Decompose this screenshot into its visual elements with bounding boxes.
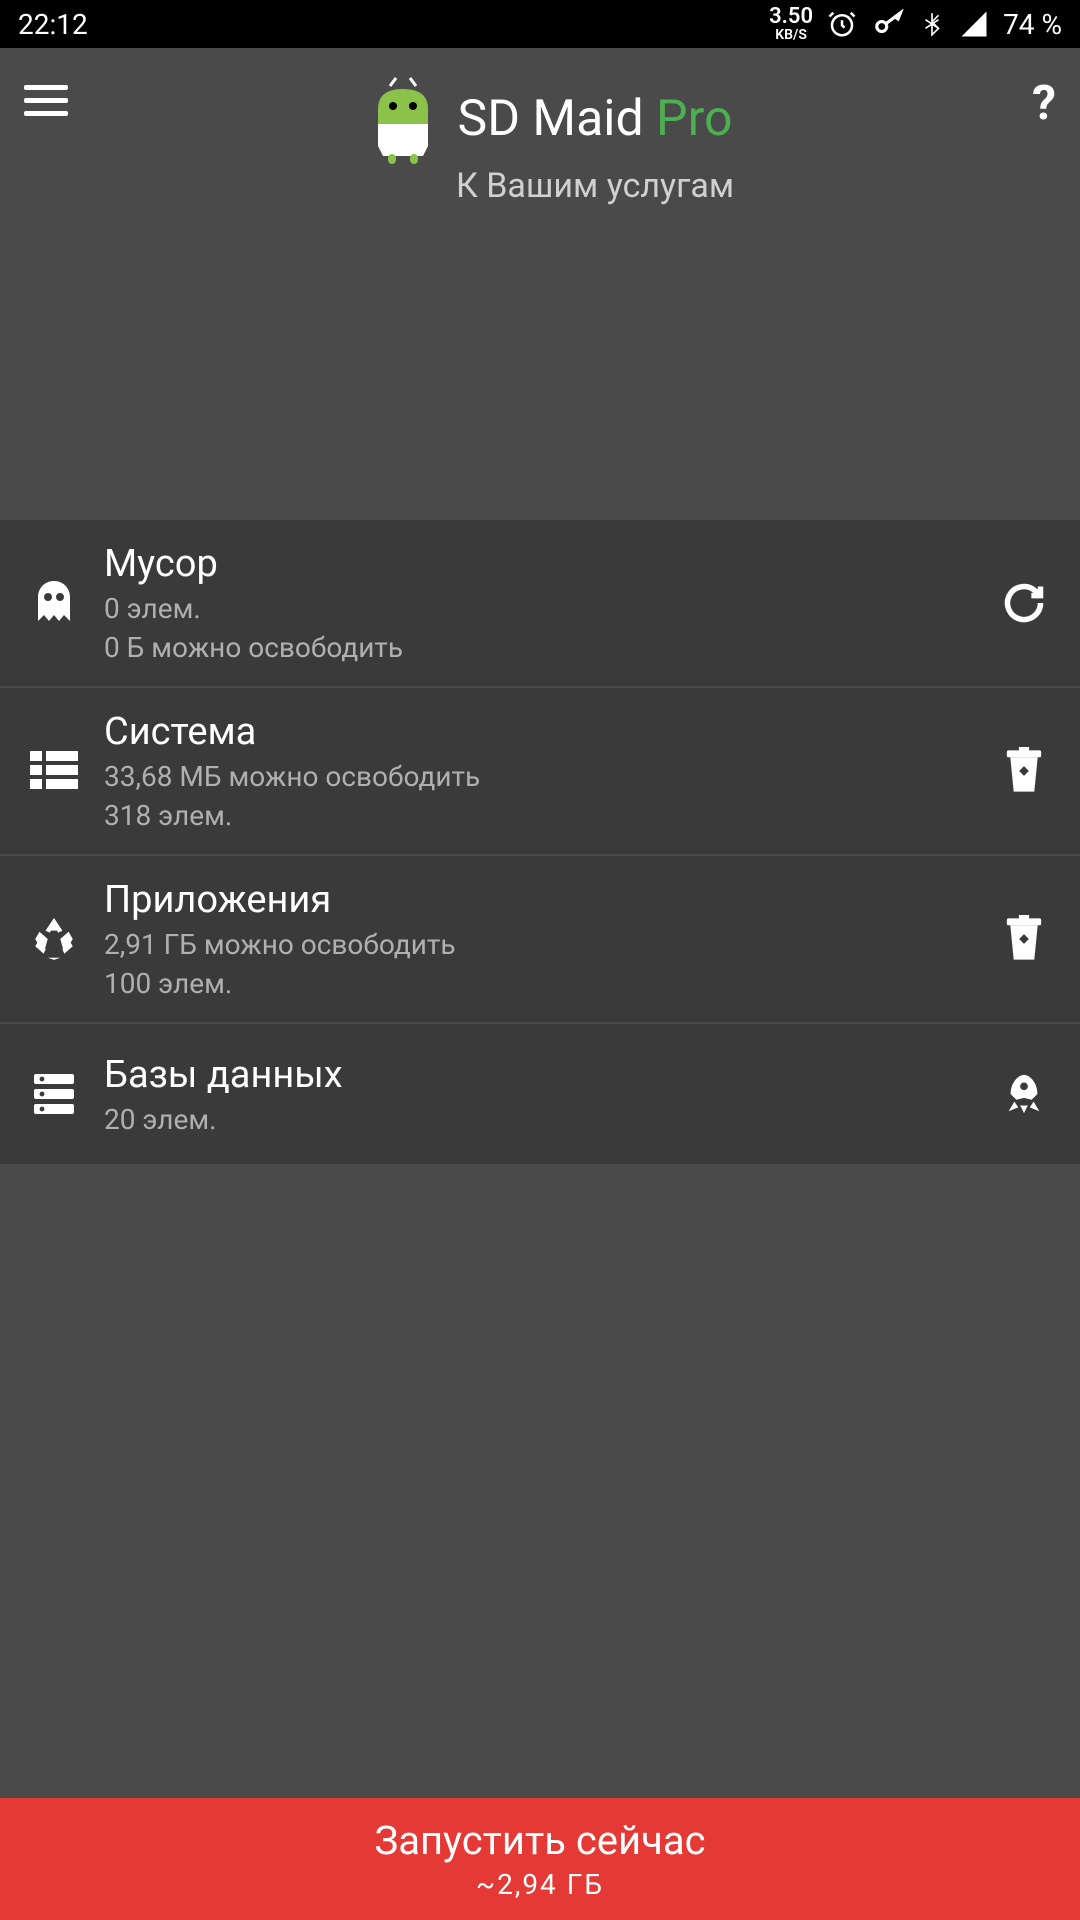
status-time: 22:12 <box>18 8 88 41</box>
app-title: SD Maid Pro К Вашим услугам <box>68 74 1032 206</box>
delete-button[interactable] <box>996 911 1052 967</box>
delete-button[interactable] <box>996 743 1052 799</box>
item-title: Мусор <box>104 542 996 586</box>
item-sub: 2,91 ГБ можно освободить <box>104 928 996 961</box>
footer-label: Запустить сейчас <box>374 1817 705 1864</box>
app-bar: SD Maid Pro К Вашим услугам ? <box>0 48 1080 208</box>
app-name: SD Maid <box>458 90 644 148</box>
item-title: Приложения <box>104 878 996 922</box>
status-bar: 22:12 3.50 KB/S 74 % <box>0 0 1080 48</box>
alarm-icon <box>827 9 857 39</box>
list-icon <box>24 751 84 791</box>
database-icon <box>24 1070 84 1118</box>
rocket-button[interactable] <box>996 1066 1052 1122</box>
recycle-icon <box>24 914 84 964</box>
item-sub: 33,68 МБ можно освободить <box>104 760 996 793</box>
spacer <box>0 208 1080 520</box>
item-title: Базы данных <box>104 1053 996 1097</box>
signal-icon <box>959 9 989 39</box>
refresh-button[interactable] <box>996 575 1052 631</box>
list-item-databases[interactable]: Базы данных 20 элем. <box>0 1024 1080 1166</box>
item-sub: 20 элем. <box>104 1103 996 1136</box>
ghost-icon <box>24 577 84 629</box>
bluetooth-icon <box>919 9 945 39</box>
status-battery: 74 % <box>1003 8 1062 41</box>
item-sub: 318 элем. <box>104 799 996 832</box>
app-logo-icon <box>368 74 438 164</box>
tool-list: Мусор 0 элем. 0 Б можно освободить Систе… <box>0 520 1080 1166</box>
item-sub: 100 элем. <box>104 967 996 1000</box>
status-network-speed: 3.50 KB/S <box>769 6 813 42</box>
item-sub: 0 Б можно освободить <box>104 631 996 664</box>
footer-size: ~2,94 ГБ <box>476 1868 604 1901</box>
help-button[interactable]: ? <box>1032 74 1056 131</box>
menu-button[interactable] <box>24 78 68 122</box>
list-item-trash[interactable]: Мусор 0 элем. 0 Б можно освободить <box>0 520 1080 688</box>
app-subtitle: К Вашим услугам <box>456 166 734 206</box>
item-title: Система <box>104 710 996 754</box>
app-pro-label: Pro <box>656 90 733 148</box>
item-sub: 0 элем. <box>104 592 996 625</box>
key-icon <box>871 9 905 39</box>
list-item-system[interactable]: Система 33,68 МБ можно освободить 318 эл… <box>0 688 1080 856</box>
run-now-button[interactable]: Запустить сейчас ~2,94 ГБ <box>0 1798 1080 1920</box>
list-item-apps[interactable]: Приложения 2,91 ГБ можно освободить 100 … <box>0 856 1080 1024</box>
